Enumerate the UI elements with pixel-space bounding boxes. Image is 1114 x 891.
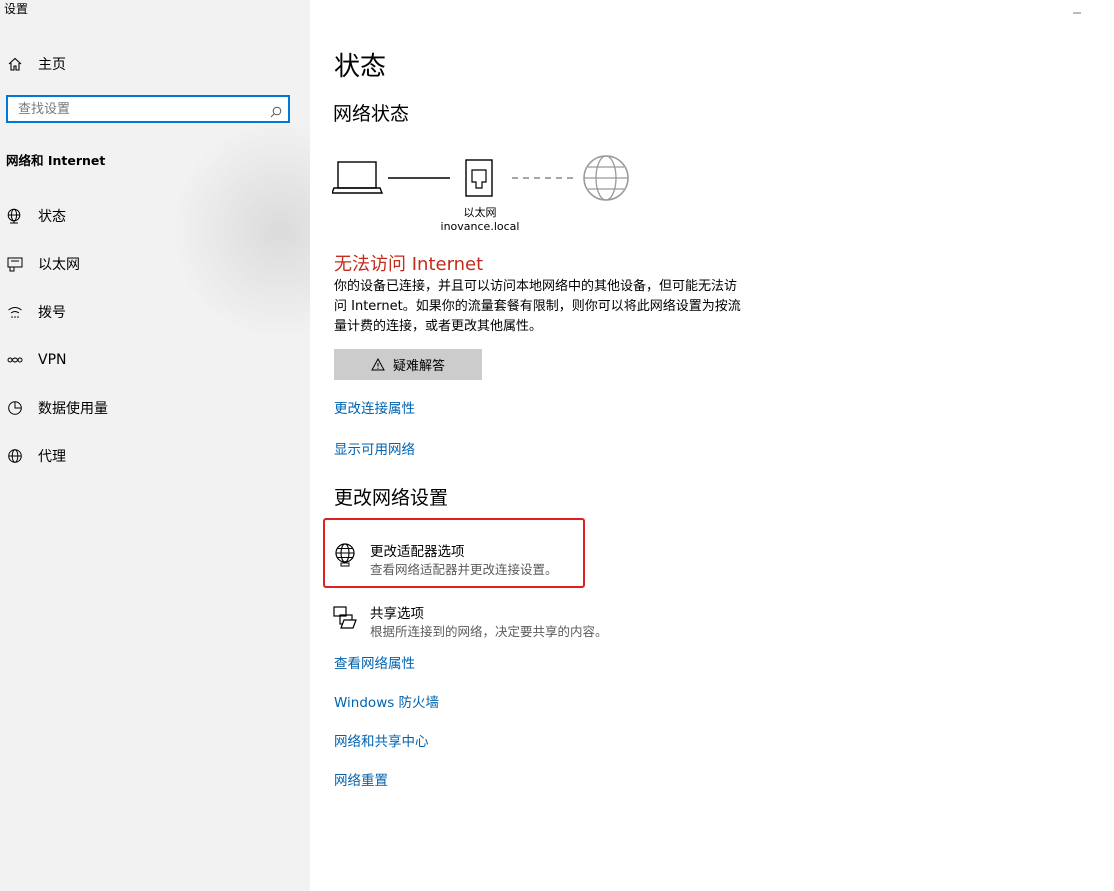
vpn-icon xyxy=(7,352,23,368)
sidebar-item-home[interactable]: 主页 xyxy=(0,44,310,84)
windows-firewall-link[interactable]: Windows 防火墙 xyxy=(334,691,439,711)
window-edge-control[interactable] xyxy=(1072,0,1082,14)
search-input[interactable] xyxy=(18,100,258,118)
option-title: 更改适配器选项 xyxy=(370,544,465,560)
sidebar-item-label: 主页 xyxy=(38,57,66,73)
option-description: 查看网络适配器并更改连接设置。 xyxy=(370,562,558,577)
sidebar-item-label: 状态 xyxy=(38,209,66,225)
sidebar-item-label: 数据使用量 xyxy=(38,401,108,417)
warning-icon xyxy=(371,358,385,371)
sidebar-item-label: VPN xyxy=(38,352,67,368)
change-connection-properties-link[interactable]: 更改连接属性 xyxy=(334,397,415,417)
sidebar-item-data-usage[interactable]: 数据使用量 xyxy=(0,388,310,428)
change-network-settings-heading: 更改网络设置 xyxy=(334,487,449,509)
page-title: 状态 xyxy=(334,52,387,82)
sidebar-item-label: 代理 xyxy=(38,449,66,465)
dialup-icon xyxy=(7,304,23,320)
connection-status-description: 你的设备已连接，并且可以访问本地网络中的其他设备，但可能无法访问 Interne… xyxy=(334,279,741,334)
sidebar-item-proxy[interactable]: 代理 xyxy=(0,436,310,476)
sidebar-item-dialup[interactable]: 拨号 xyxy=(0,292,310,332)
search-icon[interactable] xyxy=(270,103,282,118)
proxy-globe-icon xyxy=(7,448,23,464)
sidebar-item-status[interactable]: 状态 xyxy=(0,196,310,236)
laptop-icon xyxy=(330,161,384,194)
option-description: 根据所连接到的网络，决定要共享的内容。 xyxy=(370,624,608,639)
network-domain: inovance.local xyxy=(440,220,520,233)
internet-globe-icon xyxy=(583,155,629,201)
sidebar: 设置 主页 网络和 Internet 状态 以太网 拨号 VP xyxy=(0,0,310,891)
section-label: 网络和 Internet xyxy=(6,153,106,168)
sharing-icon xyxy=(332,604,358,630)
sidebar-item-vpn[interactable]: VPN xyxy=(0,340,310,380)
change-adapter-options[interactable]: 更改适配器选项 查看网络适配器并更改连接设置。 xyxy=(332,540,592,590)
globe-status-icon xyxy=(7,208,23,224)
search-box[interactable] xyxy=(6,95,290,123)
network-status-heading: 网络状态 xyxy=(333,103,410,125)
ethernet-port-icon xyxy=(465,159,493,197)
data-usage-icon xyxy=(7,400,23,416)
sidebar-item-label: 拨号 xyxy=(38,305,66,321)
adapter-name: 以太网 xyxy=(463,206,497,219)
home-icon xyxy=(7,56,23,72)
adapter-globe-icon xyxy=(332,542,358,568)
ethernet-icon xyxy=(7,256,23,272)
troubleshoot-label: 疑难解答 xyxy=(392,359,445,374)
view-network-properties-link[interactable]: 查看网络属性 xyxy=(334,652,415,672)
sharing-options[interactable]: 共享选项 根据所连接到的网络，决定要共享的内容。 xyxy=(332,602,608,652)
app-title: 设置 xyxy=(4,2,29,16)
network-sharing-center-link[interactable]: 网络和共享中心 xyxy=(334,730,429,750)
sidebar-item-ethernet[interactable]: 以太网 xyxy=(0,244,310,284)
troubleshoot-button[interactable]: 疑难解答 xyxy=(334,349,482,380)
option-title: 共享选项 xyxy=(370,606,424,622)
network-diagram: 以太网 inovance.local xyxy=(330,150,642,240)
sidebar-item-label: 以太网 xyxy=(38,257,80,273)
connection-status-title: 无法访问 Internet xyxy=(334,254,484,275)
network-diagram-graphic xyxy=(330,155,629,201)
network-reset-link[interactable]: 网络重置 xyxy=(334,769,388,789)
show-available-networks-link[interactable]: 显示可用网络 xyxy=(334,438,415,458)
